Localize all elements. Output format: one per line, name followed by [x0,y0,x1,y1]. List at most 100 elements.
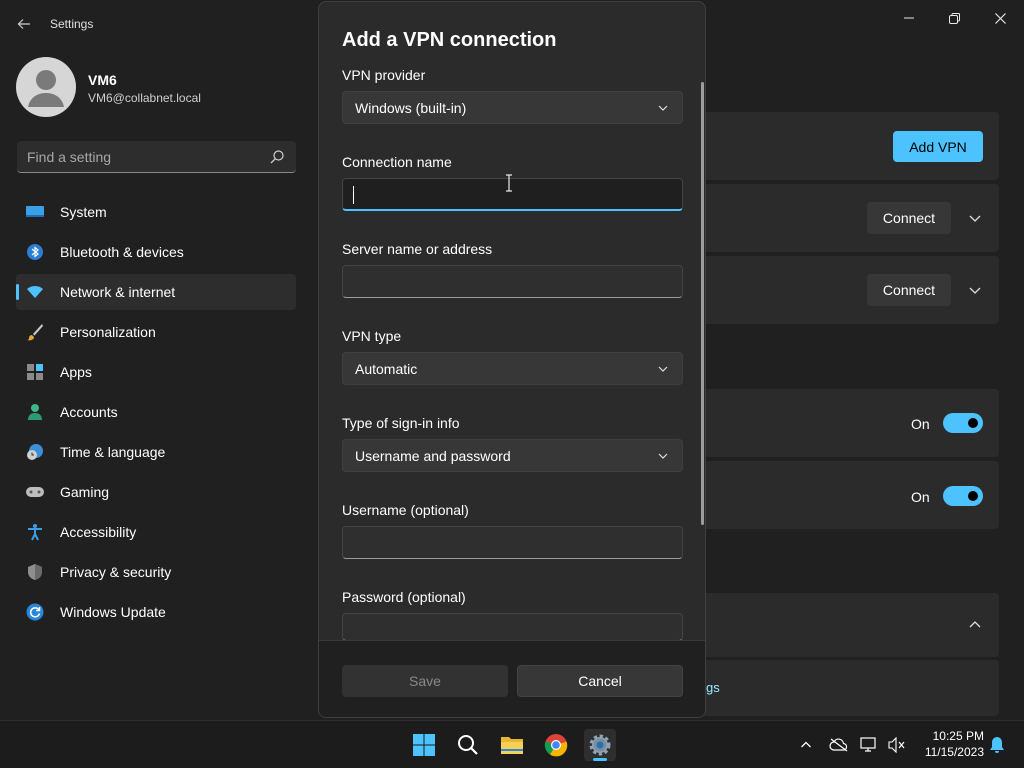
dialog-title: Add a VPN connection [342,29,557,51]
sidebar-item-privacy[interactable]: Privacy & security [16,554,296,590]
username-input[interactable] [342,526,683,559]
sidebar-item-accounts[interactable]: Accounts [16,394,296,430]
brush-icon [27,324,43,341]
back-arrow-icon [17,19,30,29]
vpn-provider-dropdown[interactable]: Windows (built-in) [342,91,683,124]
start-button[interactable] [408,729,440,761]
sidebar-item-label: Accounts [60,404,118,420]
sidebar-nav: System Bluetooth & devices Network & int… [16,194,296,634]
sidebar-item-label: Time & language [60,444,166,460]
clock-time: 10:25 PM [932,729,984,743]
chevron-up-icon [801,741,811,748]
bluetooth-icon [27,244,43,260]
cancel-button[interactable]: Cancel [517,665,683,697]
apps-icon [27,364,43,380]
shield-icon [28,564,42,580]
toggle-state-label: On [911,489,930,505]
chevron-down-icon[interactable] [967,282,983,298]
volume-tray-button[interactable] [887,735,907,755]
update-icon [26,603,44,621]
settings-taskbar-button[interactable] [584,729,616,761]
user-avatar-icon [28,70,64,107]
profile-name: VM6 [88,72,117,88]
sign-in-type-dropdown[interactable]: Username and password [342,439,683,472]
sidebar-item-label: Bluetooth & devices [60,244,184,260]
password-label: Password (optional) [342,589,466,605]
sidebar-item-label: Accessibility [60,524,137,540]
close-icon [994,12,1006,24]
minimize-icon [904,17,914,19]
cloud-off-icon [829,738,848,752]
volume-muted-icon [888,737,905,753]
sidebar-item-accessibility[interactable]: Accessibility [16,514,296,550]
show-hidden-icons-button[interactable] [796,735,816,755]
taskbar-clock[interactable]: 10:25 PM 11/15/2023 [916,728,984,760]
notifications-button[interactable] [987,735,1007,755]
chevron-down-icon [658,105,668,111]
file-explorer-button[interactable] [496,729,528,761]
settings-link[interactable]: gs [706,680,720,695]
connect-button[interactable]: Connect [867,274,951,306]
sign-in-type-label: Type of sign-in info [342,415,460,431]
sidebar-item-windows-update[interactable]: Windows Update [16,594,296,630]
connection-name-label: Connection name [342,154,452,170]
gamepad-icon [26,487,44,497]
toggle-switch[interactable] [943,413,983,433]
chevron-up-icon[interactable] [967,617,983,633]
back-button[interactable] [12,12,36,36]
sidebar-item-bluetooth[interactable]: Bluetooth & devices [16,234,296,270]
avatar[interactable] [16,57,76,117]
bell-icon [990,737,1004,753]
sidebar-item-network[interactable]: Network & internet [16,274,296,310]
network-tray-button[interactable] [859,735,879,755]
app-title: Settings [50,17,94,31]
username-label: Username (optional) [342,502,469,518]
chrome-icon [544,734,568,757]
search-input[interactable] [17,141,257,172]
vpn-type-label: VPN type [342,328,402,344]
sidebar-item-label: Apps [60,364,92,380]
toggle-switch[interactable] [943,486,983,506]
sidebar-item-apps[interactable]: Apps [16,354,296,390]
connect-button[interactable]: Connect [867,202,951,234]
accessibility-icon [28,524,42,541]
wifi-icon [27,285,43,298]
text-caret [353,186,354,204]
clock-date: 11/15/2023 [924,745,984,759]
sign-in-type-value: Username and password [355,447,511,464]
sidebar-item-label: Network & internet [60,284,176,300]
taskbar-search-button[interactable] [452,729,484,761]
person-icon [28,404,42,420]
sidebar-item-label: Privacy & security [60,564,172,580]
restore-button[interactable] [932,6,976,30]
add-vpn-dialog: Add a VPN connection VPN provider Window… [318,1,706,718]
onedrive-tray-button[interactable] [829,735,849,755]
taskbar: 10:25 PM 11/15/2023 [0,720,1024,768]
sidebar-item-gaming[interactable]: Gaming [16,474,296,510]
server-label: Server name or address [342,241,493,257]
dialog-scrollbar[interactable] [701,82,704,525]
search-icon [458,735,478,755]
save-button[interactable]: Save [342,665,508,697]
chevron-down-icon[interactable] [967,210,983,226]
sidebar-item-system[interactable]: System [16,194,296,230]
close-button[interactable] [978,6,1022,30]
text-cursor-icon [506,174,512,192]
search-box[interactable] [17,141,296,173]
chrome-button[interactable] [540,729,572,761]
profile-email: VM6@collabnet.local [88,91,201,105]
password-input[interactable] [342,613,683,641]
add-vpn-button[interactable]: Add VPN [893,131,983,162]
vpn-type-dropdown[interactable]: Automatic [342,352,683,385]
dialog-footer: Save Cancel [319,640,705,717]
sidebar-item-personalization[interactable]: Personalization [16,314,296,350]
advanced-settings-card[interactable] [660,593,999,657]
network-icon [860,737,876,752]
search-icon [270,150,284,164]
start-icon [413,734,435,756]
chevron-down-icon [658,366,668,372]
server-input[interactable] [342,265,683,298]
restore-icon [948,12,960,24]
minimize-button[interactable] [887,6,931,30]
sidebar-item-time-language[interactable]: Time & language [16,434,296,470]
